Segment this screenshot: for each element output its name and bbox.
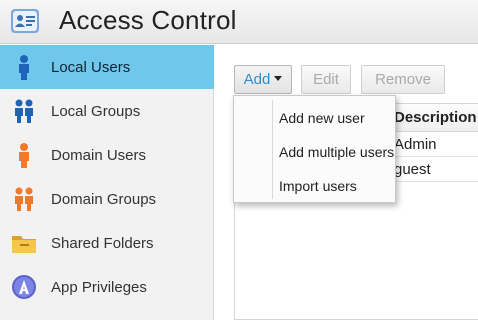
- cell-description: Admin: [394, 136, 437, 153]
- user-icon: [19, 55, 29, 80]
- folder-icon: [12, 236, 36, 253]
- add-dropdown-menu: Add new user Add multiple users Import u…: [233, 95, 396, 203]
- app-title: Access Control: [59, 5, 237, 35]
- domain-user-icon: [19, 143, 29, 168]
- menu-item-import-users[interactable]: Import users: [273, 170, 396, 202]
- title-bar: Access Control: [0, 0, 478, 44]
- user-group-icon: [15, 99, 33, 123]
- cell-description: guest: [394, 161, 431, 178]
- sidebar-item-label: Local Groups: [51, 103, 141, 120]
- remove-button[interactable]: Remove: [361, 65, 445, 94]
- domain-group-icon: [15, 187, 33, 211]
- edit-button[interactable]: Edit: [301, 65, 351, 94]
- id-card-icon: [11, 9, 39, 33]
- add-button-label: Add: [243, 71, 271, 88]
- menu-item-add-multiple-users[interactable]: Add multiple users: [273, 136, 396, 168]
- sidebar-item-local-users[interactable]: Local Users: [0, 45, 214, 89]
- sidebar-item-shared-folders[interactable]: Shared Folders: [0, 221, 214, 265]
- sidebar-item-domain-groups[interactable]: Domain Groups: [0, 177, 214, 221]
- sidebar-item-label: Domain Users: [51, 147, 147, 164]
- app-privileges-icon: [12, 275, 36, 299]
- sidebar-item-domain-users[interactable]: Domain Users: [0, 133, 214, 177]
- menu-item-add-new-user[interactable]: Add new user: [273, 102, 396, 134]
- sidebar-item-local-groups[interactable]: Local Groups: [0, 89, 214, 133]
- sidebar-item-label: Shared Folders: [51, 235, 154, 252]
- sidebar-item-app-privileges[interactable]: App Privileges: [0, 265, 214, 309]
- add-button[interactable]: Add: [234, 65, 292, 94]
- caret-down-icon: [274, 76, 283, 82]
- sidebar-item-label: App Privileges: [51, 279, 147, 296]
- sidebar-item-label: Local Users: [51, 59, 131, 76]
- sidebar-item-label: Domain Groups: [51, 191, 157, 208]
- column-header-description[interactable]: Description: [394, 109, 477, 126]
- sidebar: Local Users Local Groups Domain Users Do…: [0, 45, 214, 320]
